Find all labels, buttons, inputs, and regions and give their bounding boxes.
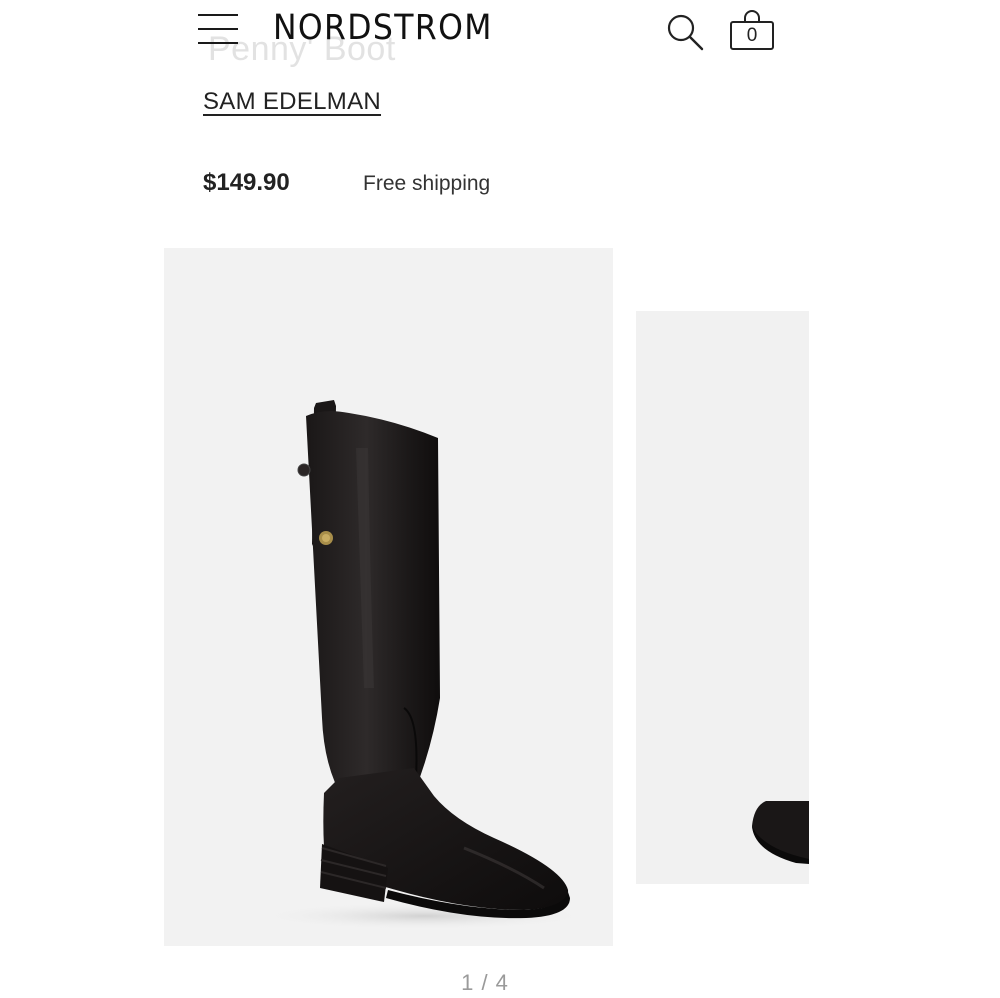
search-button[interactable]: [664, 12, 708, 52]
boot-image: [254, 400, 594, 930]
shopping-bag-button[interactable]: 0: [728, 8, 778, 52]
product-image-main[interactable]: [164, 248, 613, 946]
search-icon: [667, 14, 704, 51]
site-logo[interactable]: NORDSTROM: [273, 6, 493, 50]
boot-image-next: [752, 801, 809, 864]
brand-link[interactable]: SAM EDELMAN: [203, 88, 381, 116]
carousel-pager: 1 / 4: [0, 970, 970, 996]
site-header: NORDSTROM 0: [0, 0, 1000, 52]
product-price: $149.90: [203, 169, 290, 196]
shipping-note: Free shipping: [363, 172, 491, 195]
pager-current: 1: [461, 970, 475, 995]
product-page: Penny' Boot NORDSTROM 0 SAM EDELMAN $149…: [0, 0, 1000, 998]
menu-button[interactable]: [196, 12, 240, 46]
pager-separator: /: [481, 970, 496, 995]
product-image-next[interactable]: [636, 311, 809, 884]
bag-item-count: 0: [746, 25, 758, 46]
hamburger-menu-icon: [198, 14, 238, 16]
pager-total: 4: [495, 970, 509, 995]
